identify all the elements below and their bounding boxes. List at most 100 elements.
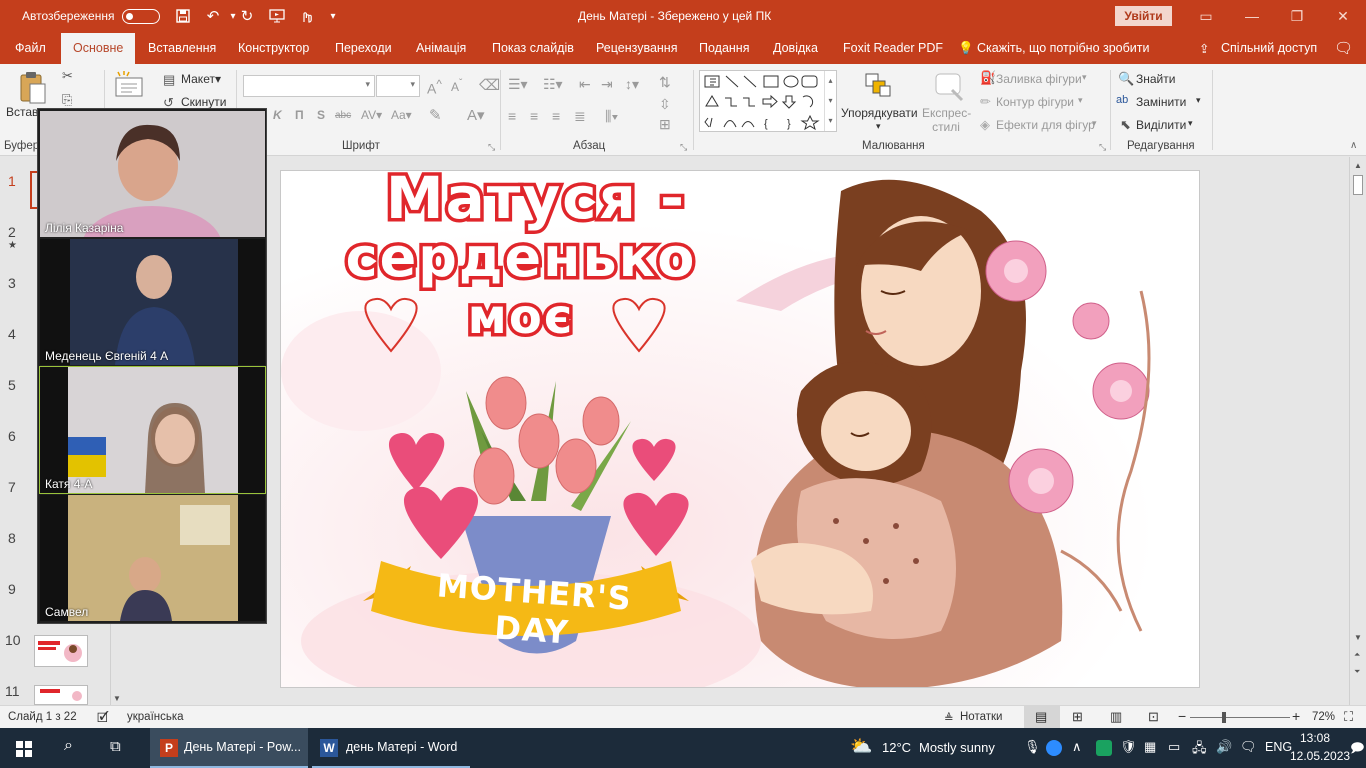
weather-temp[interactable]: 12°C <box>882 740 911 755</box>
tab-insert[interactable]: Вставлення <box>148 41 216 55</box>
signin-button[interactable]: Увійти <box>1115 6 1172 26</box>
new-slide-icon[interactable] <box>114 70 144 103</box>
participant-tile-3[interactable]: Катя 4-А <box>39 366 266 494</box>
share-button[interactable]: Спільний доступ <box>1221 41 1317 55</box>
change-case-icon[interactable]: Aa▾ <box>391 108 412 122</box>
weather-sun-icon[interactable]: ⛅ <box>850 736 872 757</box>
slide-thumbnail-11[interactable] <box>34 685 88 705</box>
reading-view-icon[interactable]: ▥ <box>1110 709 1122 725</box>
participant-tile-1[interactable]: Лілія Казаріна <box>40 111 265 237</box>
defender-icon[interactable]: 🛡 <box>1120 739 1137 755</box>
chevron-down-icon[interactable]: ▾ <box>1188 118 1193 129</box>
underline-icon[interactable]: П <box>295 108 304 122</box>
participant-tile-2[interactable]: Меденець Євгеній 4 А <box>40 239 265 365</box>
italic-icon[interactable]: K <box>273 108 282 122</box>
launcher-icon[interactable]: ⤡ <box>488 142 495 153</box>
increase-indent-icon[interactable]: ⇥ <box>601 76 613 93</box>
participant-tile-4[interactable]: Самвел <box>40 495 265 621</box>
tray-app-icon[interactable] <box>1096 740 1112 756</box>
tab-help[interactable]: Довідка <box>773 41 818 55</box>
decrease-font-icon[interactable]: Aˇ <box>451 78 462 94</box>
align-text-icon[interactable]: ⇳ <box>659 96 671 113</box>
weather-desc[interactable]: Mostly sunny <box>919 740 995 755</box>
slide-thumbnail-10[interactable] <box>34 635 88 667</box>
normal-view-button[interactable]: ▤ <box>1024 706 1060 728</box>
tell-me-search[interactable]: Скажіть, що потрібно зробити <box>977 41 1150 55</box>
windows-start-icon[interactable] <box>16 741 32 760</box>
tab-transitions[interactable]: Переходи <box>335 41 392 55</box>
chat-icon[interactable]: 🗨 <box>1240 739 1257 755</box>
shape-fill-button[interactable]: Заливка фігури <box>996 72 1082 86</box>
display-icon[interactable]: ▦ <box>1144 739 1156 755</box>
search-icon[interactable]: ⌕ <box>64 737 73 755</box>
slide-sorter-icon[interactable]: ⊞ <box>1072 709 1083 725</box>
arrange-icon[interactable] <box>864 72 894 103</box>
copy-icon[interactable]: ⎘ <box>62 92 72 108</box>
battery-icon[interactable]: ▭ <box>1168 739 1180 755</box>
text-direction-icon[interactable]: ⇅ <box>659 74 671 91</box>
undo-icon[interactable]: ↶ <box>202 6 224 26</box>
notifications-icon[interactable]: 🗩 <box>1350 739 1364 761</box>
char-spacing-icon[interactable]: AV▾ <box>361 108 382 122</box>
find-button[interactable]: Знайти <box>1136 72 1175 86</box>
font-size-select[interactable]: ▾ <box>376 75 420 97</box>
font-family-select[interactable]: ▾ <box>243 75 375 97</box>
align-right-icon[interactable]: ≡ <box>552 108 560 124</box>
zoom-app-icon[interactable] <box>1046 740 1062 756</box>
slideshow-view-icon[interactable]: ⊡ <box>1148 709 1159 725</box>
collapse-ribbon-icon[interactable]: ∧ <box>1350 140 1357 151</box>
shadow-icon[interactable]: S <box>317 108 325 122</box>
slide-canvas[interactable]: Матуся - серденько моє MOTHER'S DAY <box>280 170 1200 688</box>
line-spacing-icon[interactable]: ↕▾ <box>625 76 639 93</box>
tray-expand-icon[interactable]: ∧ <box>1072 739 1082 755</box>
restore-icon[interactable]: ❐ <box>1287 6 1307 26</box>
customize-qat-icon[interactable]: ▾ <box>322 6 344 26</box>
tab-file[interactable]: Файл <box>15 41 46 55</box>
shape-outline-button[interactable]: Контур фігури <box>996 95 1074 109</box>
autosave-toggle[interactable] <box>122 9 160 24</box>
next-slide-icon[interactable]: ⏷ <box>1354 667 1360 677</box>
decrease-indent-icon[interactable]: ⇤ <box>579 76 591 93</box>
chevron-down-icon[interactable]: ▾ <box>1082 72 1087 83</box>
touch-mode-icon[interactable] <box>296 6 318 26</box>
tab-foxit[interactable]: Foxit Reader PDF <box>843 41 943 55</box>
fit-slide-icon[interactable]: ⛶ <box>1344 709 1353 725</box>
shape-effects-button[interactable]: Ефекти для фігур <box>996 118 1095 132</box>
zoom-in-icon[interactable]: + <box>1292 708 1300 724</box>
taskbar-powerpoint-button[interactable]: P День Матері - Pow... <box>150 728 308 768</box>
zoom-slider-thumb[interactable] <box>1222 712 1226 723</box>
tab-slideshow[interactable]: Показ слайдів <box>492 41 574 55</box>
zoom-slider[interactable] <box>1190 717 1290 718</box>
quick-styles-button[interactable]: Експрес-стилі <box>922 106 971 134</box>
comments-icon[interactable]: 🗨 <box>1334 39 1353 57</box>
chevron-down-icon[interactable]: ▾ <box>1196 95 1201 106</box>
redo-icon[interactable]: ↻ <box>236 6 258 26</box>
arrange-button[interactable]: Упорядкувати <box>841 106 918 120</box>
clock-time[interactable]: 13:08 <box>1300 731 1330 745</box>
video-call-panel[interactable]: Лілія Казаріна Меденець Євгеній 4 А Катя… <box>37 108 267 624</box>
minimize-icon[interactable]: — <box>1242 6 1262 26</box>
chevron-down-icon[interactable]: ▾ <box>876 121 881 132</box>
font-color-icon[interactable]: A▾ <box>467 106 485 124</box>
scrollbar-thumb[interactable] <box>1353 175 1363 195</box>
present-from-start-icon[interactable] <box>266 6 288 26</box>
language-indicator[interactable]: українська <box>127 711 184 723</box>
tab-view[interactable]: Подання <box>699 41 749 55</box>
tab-home[interactable]: Основне <box>61 33 136 64</box>
chevron-down-icon[interactable]: ▾ <box>1092 118 1097 129</box>
prev-slide-icon[interactable]: ⏶ <box>1354 650 1360 660</box>
chevron-down-icon[interactable]: ▾ <box>1078 95 1083 106</box>
notes-button[interactable]: Нотатки <box>960 711 1002 723</box>
strikethrough-icon[interactable]: abc <box>335 110 351 121</box>
microphone-icon[interactable]: 🎙 <box>1024 739 1041 755</box>
zoom-level[interactable]: 72% <box>1312 711 1335 723</box>
launcher-icon[interactable]: ⤡ <box>680 142 687 153</box>
task-view-icon[interactable]: ⧉ <box>110 738 121 755</box>
clock-date[interactable]: 12.05.2023 <box>1290 749 1350 763</box>
chevron-down-icon[interactable]: ▾ <box>215 72 221 86</box>
tab-animation[interactable]: Анімація <box>416 41 466 55</box>
language-indicator[interactable]: ENG <box>1265 740 1292 754</box>
increase-font-icon[interactable]: A^ <box>427 78 442 97</box>
launcher-icon[interactable]: ⤡ <box>1099 142 1106 153</box>
smartart-icon[interactable]: ⊞ <box>659 116 671 133</box>
